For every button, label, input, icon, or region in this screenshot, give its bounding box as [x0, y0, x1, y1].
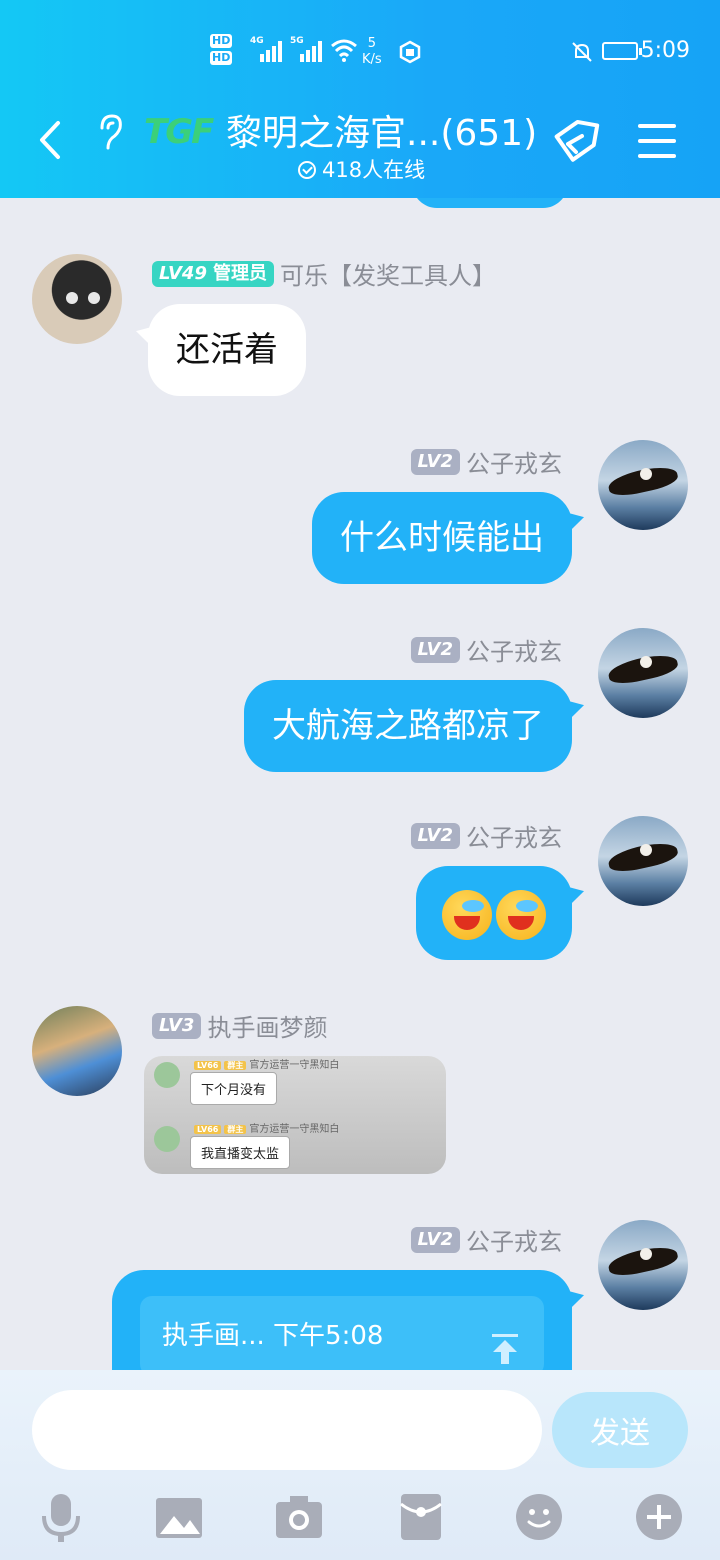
message-input[interactable] — [32, 1390, 542, 1470]
signal-5g-icon: 5G — [290, 36, 324, 67]
tag-icon[interactable] — [548, 114, 604, 174]
menu-icon[interactable] — [638, 124, 676, 169]
message-meta: LV2 公子戎玄 — [410, 444, 562, 479]
laugh-cry-emoji-icon — [496, 889, 546, 940]
sender-name[interactable]: 公子戎玄 — [466, 444, 562, 479]
avatar[interactable] — [598, 628, 688, 718]
mini-avatar — [154, 1126, 180, 1152]
message-meta: LV2 公子戎玄 — [410, 818, 562, 853]
mini-header: LV66 群主 官方运营一守黑知白 — [194, 1056, 339, 1071]
battery-icon — [602, 42, 642, 60]
message-bubble[interactable]: 什么时候能出 — [312, 492, 572, 584]
shield-icon — [398, 40, 422, 69]
chat-header: HD HD 4G 5G 5 K/s 5:09 TGF 黎明之海官...(651)… — [0, 0, 720, 198]
input-bar: 发送 — [0, 1370, 720, 1560]
level-badge: LV2 — [410, 636, 460, 663]
signal-4g-icon: 4G — [250, 36, 284, 67]
send-button[interactable]: 发送 — [552, 1392, 688, 1468]
hd-indicators: HD HD — [210, 34, 244, 68]
sender-name[interactable]: 公子戎玄 — [466, 1222, 562, 1257]
avatar[interactable] — [598, 440, 688, 530]
quote-message-bubble[interactable]: 执手画... 下午5:08 — [112, 1270, 572, 1370]
message-list[interactable]: LV49 管理员 可乐【发奖工具人】 还活着 LV2 公子戎玄 什么时候能出 LV… — [0, 198, 720, 1370]
mini-bubble: 我直播变太监 — [190, 1136, 291, 1169]
avatar[interactable] — [598, 816, 688, 906]
status-bar: HD HD 4G 5G 5 K/s 5:09 — [0, 30, 720, 76]
avatar[interactable] — [32, 1006, 122, 1096]
quoted-message[interactable]: 执手画... 下午5:08 — [140, 1296, 544, 1370]
group-logo: TGF — [144, 112, 214, 152]
admin-badge: LV49 管理员 — [152, 260, 274, 287]
plus-icon[interactable] — [634, 1490, 684, 1544]
message-bubble[interactable]: 还活着 — [148, 304, 306, 396]
mini-avatar — [154, 1062, 180, 1088]
group-title[interactable]: 黎明之海官...(651) — [226, 104, 537, 156]
mini-bubble: 下个月没有 — [190, 1072, 278, 1105]
clock: 5:09 — [640, 38, 690, 63]
image-icon[interactable] — [154, 1490, 204, 1544]
sender-name[interactable]: 公子戎玄 — [466, 632, 562, 667]
camera-icon[interactable] — [274, 1490, 324, 1544]
emoji-message-bubble[interactable] — [416, 866, 572, 960]
hd-badge-1: HD — [210, 34, 232, 48]
avatar[interactable] — [32, 254, 122, 344]
mini-header: LV66 群主 官方运营一守黑知白 — [194, 1120, 339, 1135]
online-count[interactable]: 418人在线 — [298, 154, 425, 184]
mute-bell-icon — [570, 40, 594, 69]
red-packet-icon[interactable] — [396, 1490, 446, 1544]
microphone-icon[interactable] — [36, 1490, 86, 1544]
sender-name[interactable]: 公子戎玄 — [466, 818, 562, 853]
network-speed: 5 K/s — [362, 36, 382, 67]
wifi-icon — [330, 38, 358, 67]
level-badge: LV3 — [152, 1012, 202, 1039]
partial-message-bubble — [412, 198, 568, 208]
jump-up-icon[interactable] — [490, 1318, 520, 1364]
ear-icon[interactable] — [96, 112, 124, 156]
message-meta: LV2 公子戎玄 — [410, 1222, 562, 1257]
laugh-cry-emoji-icon — [442, 889, 492, 940]
message-meta: LV2 公子戎玄 — [410, 632, 562, 667]
back-arrow-icon[interactable] — [34, 120, 64, 160]
level-badge: LV2 — [410, 822, 460, 849]
sender-name[interactable]: 可乐【发奖工具人】 — [280, 256, 496, 291]
level-badge: LV2 — [410, 448, 460, 475]
sender-name[interactable]: 执手画梦颜 — [207, 1008, 327, 1043]
hd-badge-2: HD — [210, 51, 232, 65]
message-bubble[interactable]: 大航海之路都凉了 — [244, 680, 572, 772]
quote-text: 执手画... 下午5:08 — [162, 1321, 384, 1351]
avatar[interactable] — [598, 1220, 688, 1310]
message-meta: LV49 管理员 可乐【发奖工具人】 — [152, 256, 496, 291]
message-meta: LV3 执手画梦颜 — [152, 1008, 327, 1043]
level-badge: LV2 — [410, 1226, 460, 1253]
online-check-icon — [298, 161, 316, 179]
emoji-icon[interactable] — [514, 1490, 564, 1544]
image-message[interactable]: LV66 群主 官方运营一守黑知白 下个月没有 LV66 群主 官方运营一守黑知白 我直… — [144, 1056, 446, 1174]
online-count-text: 418人在线 — [322, 158, 426, 182]
